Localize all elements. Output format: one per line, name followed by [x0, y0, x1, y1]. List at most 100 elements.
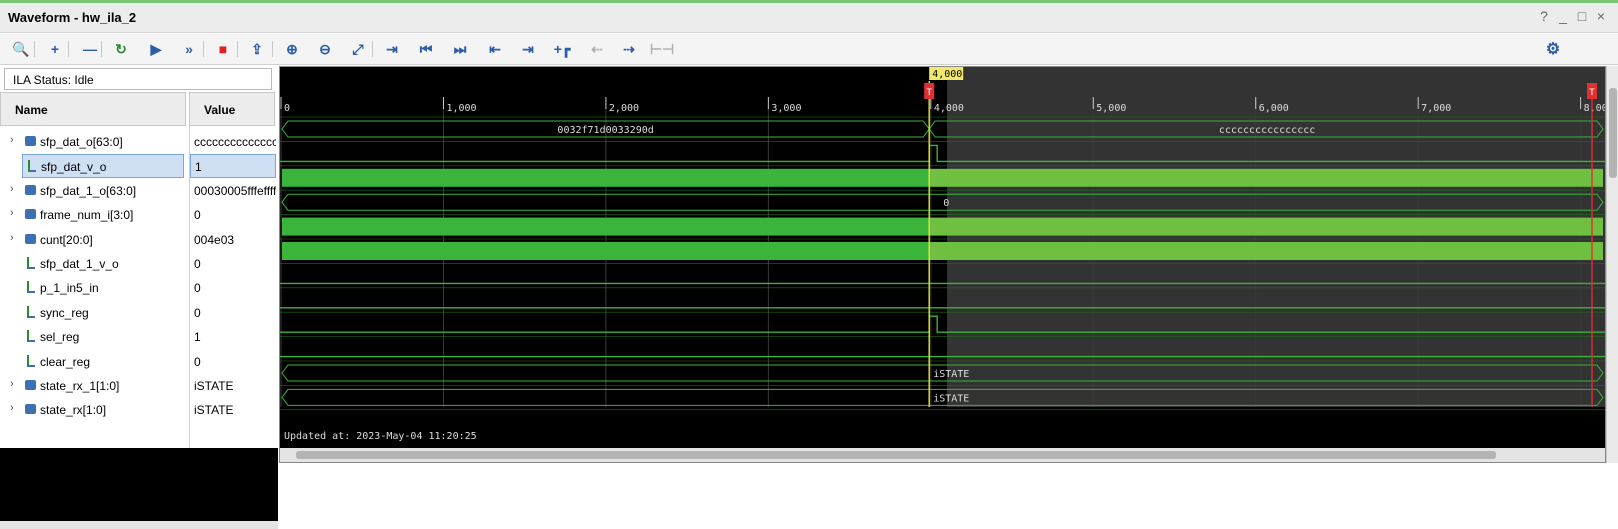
ila-status: ILA Status: Idle [4, 68, 272, 90]
signal-row-name[interactable]: p_1_in5_in [0, 276, 186, 300]
dense-bus-activity [282, 242, 930, 260]
signal-name: sync_reg [40, 305, 89, 320]
signal-name: state_rx[1:0] [40, 403, 107, 418]
signal-name: sfp_dat_v_o [41, 160, 107, 175]
signal-list-pane: ILA Status: Idle Name Value › sfp_dat_o[6… [0, 66, 278, 529]
expand-chevron-icon[interactable]: › [10, 207, 14, 219]
signal-name: state_rx_1[1:0] [40, 379, 120, 393]
add-marker-icon[interactable]: +┏ [551, 38, 573, 60]
scrollbar-thumb[interactable] [1609, 88, 1617, 178]
go-to-end-icon[interactable]: ⏭ [449, 38, 471, 60]
bus-signal-icon [25, 380, 36, 390]
bus-value-label: iSTATE [933, 393, 969, 404]
add-icon[interactable]: + [44, 38, 66, 60]
waveform-canvas[interactable]: 0 1,000 2,000 3,000 4,000 5,000 6,000 7,000 8,00… [279, 66, 1614, 463]
signal-row-name[interactable]: › sfp_dat_o[63:0] [0, 130, 186, 154]
search-icon[interactable]: 🔍 [10, 38, 32, 60]
next-marker-icon[interactable]: ⇢ [618, 38, 640, 60]
waveform-vertical-scrollbar[interactable] [1606, 66, 1618, 463]
signal-name: sfp_dat_1_v_o [40, 257, 119, 271]
signal-name: sfp_dat_o[63:0] [40, 135, 123, 149]
help-icon[interactable]: ? [1536, 8, 1552, 24]
expand-chevron-icon[interactable]: › [10, 232, 14, 244]
waveform-toolbar: ⚙ 🔍 + — ↻ ▶ » ■ ⇪ ⊕ ⊖ ⤢ ⇥ ⏮ ⏭ ⇤ ⇥ +┏ ⇠ ⇢ ⊢⊣ [0, 34, 1618, 65]
signal-row-name[interactable]: sfp_dat_v_o [22, 154, 184, 179]
close-icon[interactable]: × [1593, 8, 1609, 24]
signal-value[interactable]: 0 [190, 301, 276, 325]
signal-value[interactable]: 0 [190, 252, 276, 276]
toolbar-separator [101, 41, 102, 57]
signal-row-name[interactable]: › sfp_dat_1_o[63:0] [0, 179, 186, 203]
signal-row-name[interactable]: clear_reg [0, 350, 186, 374]
go-to-start-icon[interactable]: ⏮ [415, 38, 437, 60]
bus-value-label: 0032f71d0033290d [557, 125, 653, 136]
signal-value[interactable]: iSTATE [190, 398, 276, 422]
time-tick-label: 6,000 [1259, 103, 1289, 114]
signal-value[interactable]: iSTATE [190, 374, 276, 398]
dense-bus-activity [282, 168, 930, 187]
window-title: Waveform - hw_ila_2 [8, 10, 137, 25]
previous-transition-icon[interactable]: ⇤ [484, 38, 506, 60]
bit-signal-icon [27, 257, 35, 269]
swap-cursors-icon[interactable]: ⊢⊣ [650, 38, 674, 60]
waveform-svg[interactable]: 0 1,000 2,000 3,000 4,000 5,000 6,000 7,000 8,00… [280, 67, 1614, 462]
signal-value[interactable]: 0 [190, 276, 276, 300]
dense-bus-activity [282, 217, 930, 236]
time-tick-label: 5,000 [1096, 103, 1126, 114]
toolbar-separator [237, 41, 238, 57]
expand-chevron-icon[interactable]: › [10, 183, 14, 195]
signal-row-name[interactable]: › cunt[20:0] [0, 228, 186, 252]
signal-value[interactable]: cccccccccccccccc [190, 130, 276, 154]
zoom-out-icon[interactable]: ⊖ [314, 38, 336, 60]
zoom-fit-icon[interactable]: ⤢ [347, 38, 369, 60]
cursor-label: 4,000 [932, 69, 962, 80]
export-icon[interactable]: ⇪ [246, 38, 268, 60]
next-transition-icon[interactable]: ⇥ [517, 38, 539, 60]
signal-row-name[interactable]: › frame_num_i[3:0] [0, 203, 186, 227]
expand-chevron-icon[interactable]: › [10, 402, 14, 414]
bit-signal-icon [27, 354, 35, 367]
signal-list-horizontal-scrollbar[interactable] [0, 521, 278, 529]
maximize-icon[interactable]: □ [1574, 8, 1590, 24]
signal-value[interactable]: 004e03 [190, 228, 276, 252]
signal-list-empty-area [0, 448, 278, 529]
signal-row-name[interactable]: sel_reg [0, 325, 186, 349]
expand-chevron-icon[interactable]: › [10, 134, 14, 146]
horizontal-scrollbar-thumb[interactable] [296, 451, 1496, 459]
signal-name: clear_reg [40, 354, 91, 369]
signal-value[interactable]: 0 [190, 350, 276, 374]
signal-value[interactable]: 00030005fffeffff [190, 179, 276, 203]
bus-value-label: iSTATE [933, 369, 969, 380]
signal-row-name[interactable]: › state_rx[1:0] [0, 398, 186, 422]
go-to-cursor-icon[interactable]: ⇥ [381, 38, 403, 60]
signal-name: frame_num_i[3:0] [40, 208, 134, 223]
end-trigger-marker-label: T [1589, 88, 1595, 98]
minimize-icon[interactable]: _ [1555, 8, 1571, 24]
signal-row-name[interactable]: sync_reg [0, 301, 186, 325]
zoom-in-icon[interactable]: ⊕ [281, 38, 303, 60]
remove-icon[interactable]: — [79, 38, 101, 60]
stop-icon[interactable]: ■ [212, 38, 234, 60]
settings-icon[interactable]: ⚙ [1542, 38, 1564, 60]
updated-timestamp: Updated at: 2023-May-04 11:20:25 [284, 431, 477, 442]
signal-value[interactable]: 1 [190, 154, 276, 179]
run-immediate-icon[interactable]: » [178, 38, 200, 60]
value-column-header[interactable]: Value [189, 92, 275, 126]
name-column-header[interactable]: Name [0, 92, 186, 126]
signal-value[interactable]: 1 [190, 325, 276, 349]
signal-name-column: › sfp_dat_o[63:0] sfp_dat_v_o › sfp_dat_1_o[… [0, 126, 186, 448]
bit-signal-icon [27, 281, 35, 294]
dense-bus-activity [929, 217, 1603, 236]
time-tick-label: 4,000 [934, 103, 964, 114]
signal-name: sel_reg [40, 330, 80, 345]
title-bar: Waveform - hw_ila_2 ? _ □ × [0, 3, 1618, 33]
previous-marker-icon[interactable]: ⇠ [586, 38, 608, 60]
time-tick-label: 2,000 [609, 103, 639, 114]
signal-row-name[interactable]: sfp_dat_1_v_o [0, 252, 186, 276]
run-trigger-icon[interactable]: ▶ [145, 38, 167, 60]
signal-row-name[interactable]: › state_rx_1[1:0] [0, 374, 186, 398]
signal-value[interactable]: 0 [190, 203, 276, 227]
run-trigger-immediate-icon[interactable]: ↻ [110, 38, 132, 60]
bit-signal-icon [27, 330, 35, 343]
expand-chevron-icon[interactable]: › [10, 378, 14, 390]
